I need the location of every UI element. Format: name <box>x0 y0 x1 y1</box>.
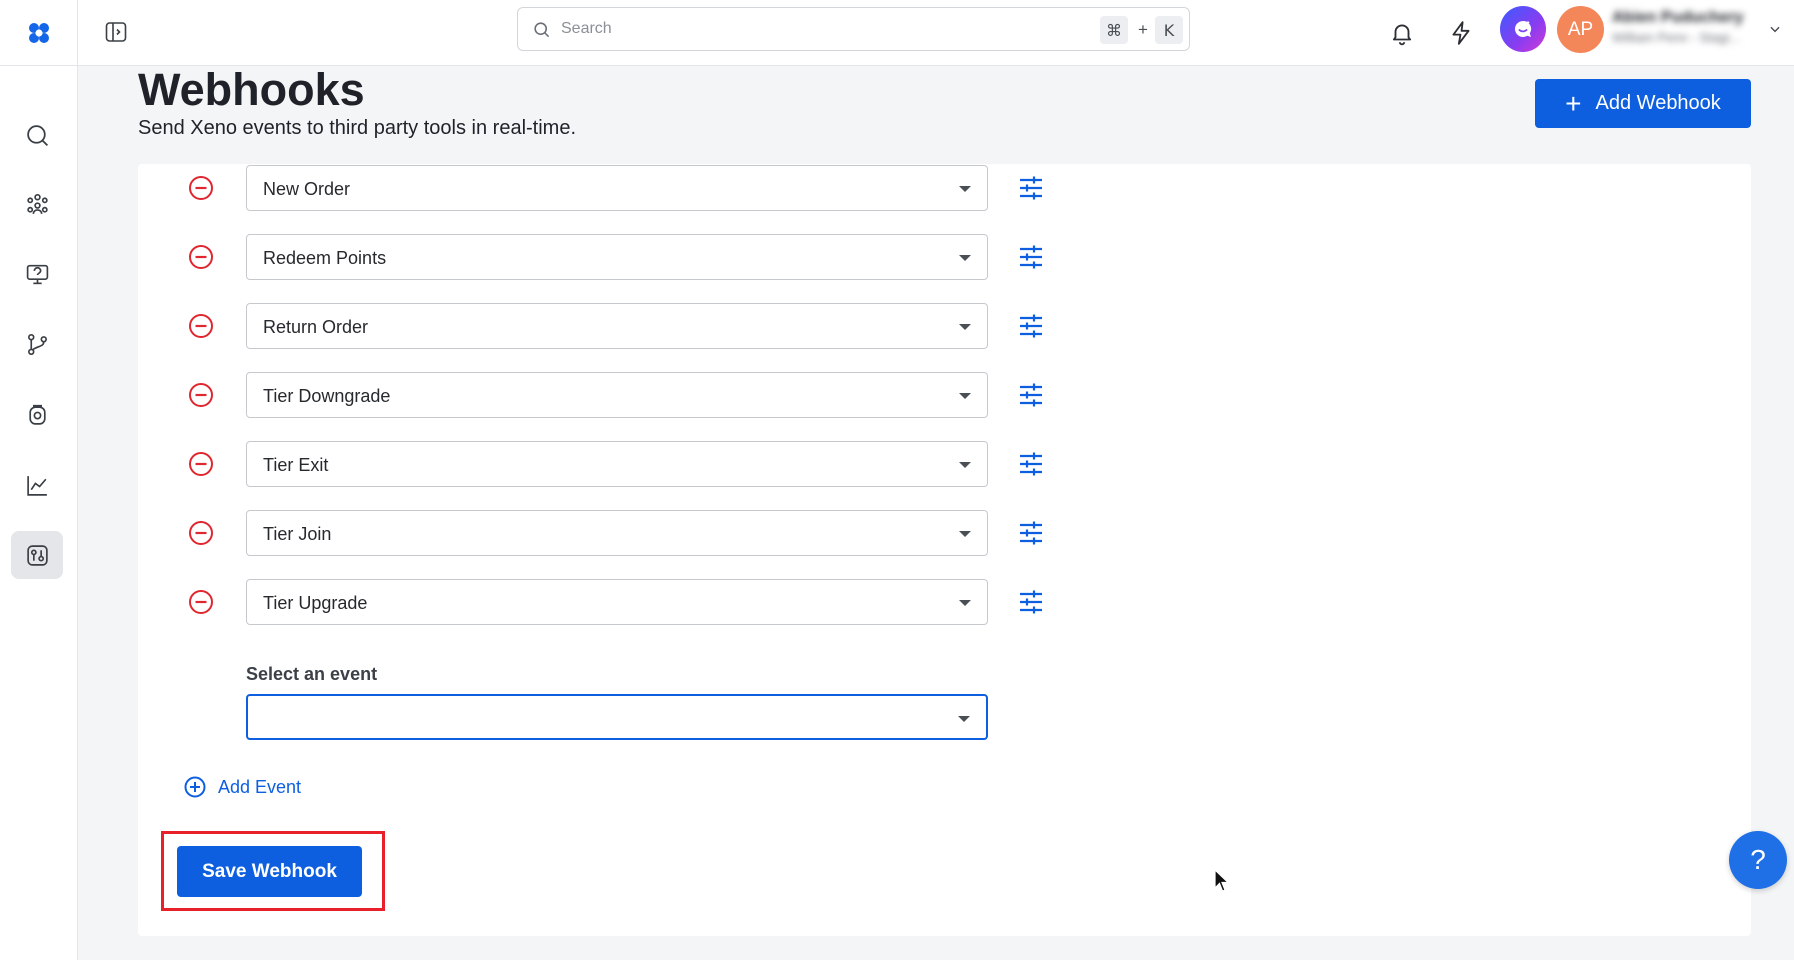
event-row: Tier Downgrade <box>138 372 1751 418</box>
save-webhook-button[interactable]: Save Webhook <box>177 846 362 897</box>
filter-settings-icon[interactable] <box>1018 451 1044 477</box>
top-bar: ⌘ + K AP Abien Puduchery William Penn - … <box>0 0 1794 66</box>
event-select[interactable]: Return Order <box>246 303 988 349</box>
remove-circle-icon[interactable] <box>188 382 214 408</box>
select-event-label: Select an event <box>246 664 378 684</box>
event-select[interactable]: New Order <box>246 165 988 211</box>
sidebar-item-analytics[interactable] <box>11 461 63 509</box>
filter-settings-icon[interactable] <box>1018 244 1044 270</box>
user-menu[interactable]: Abien Puduchery William Penn - Stagi... <box>1612 8 1772 52</box>
event-row: Return Order <box>138 303 1751 349</box>
caret-down-icon <box>959 255 971 261</box>
ai-assistant-button[interactable] <box>1500 6 1546 52</box>
audience-icon <box>26 193 48 214</box>
caret-down-icon <box>959 531 971 537</box>
add-webhook-label: Add Webhook <box>1595 92 1721 114</box>
caret-down-icon <box>959 324 971 330</box>
user-name: Abien Puduchery <box>1612 9 1744 26</box>
filter-settings-icon[interactable] <box>1018 589 1044 615</box>
filter-settings-icon[interactable] <box>1018 520 1044 546</box>
remove-circle-icon[interactable] <box>188 451 214 477</box>
event-select[interactable]: Tier Join <box>246 510 988 556</box>
add-event-label: Add Event <box>218 776 302 797</box>
line-chart-icon <box>26 475 47 496</box>
global-search[interactable]: ⌘ + K <box>517 7 1190 51</box>
loyalty-icon <box>28 404 46 425</box>
notifications-button[interactable] <box>1382 13 1422 53</box>
remove-circle-icon[interactable] <box>188 589 214 615</box>
plus-circle-icon <box>184 776 206 798</box>
git-branch-icon <box>27 333 47 355</box>
user-organization: William Penn - Stagi... <box>1612 30 1740 45</box>
lightning-icon <box>1452 21 1470 45</box>
integrations-icon <box>26 544 48 566</box>
remove-circle-icon[interactable] <box>188 244 214 270</box>
sidebar-item-audience[interactable] <box>11 180 63 228</box>
logo-cell <box>0 0 78 66</box>
event-select[interactable]: Tier Exit <box>246 441 988 487</box>
bell-icon <box>1392 24 1412 46</box>
event-select-value: Redeem Points <box>263 248 387 268</box>
remove-circle-icon[interactable] <box>188 520 214 546</box>
sidebar-item-search[interactable] <box>11 111 63 159</box>
event-select[interactable]: Redeem Points <box>246 234 988 280</box>
event-select[interactable]: Tier Downgrade <box>246 372 988 418</box>
sidebar-item-loyalty[interactable] <box>11 390 63 438</box>
event-select-value: Tier Join <box>263 524 332 544</box>
event-select-value: New Order <box>263 179 351 199</box>
campaigns-icon <box>26 264 48 284</box>
event-row: New Order <box>138 165 1751 211</box>
user-avatar[interactable]: AP <box>1557 6 1604 53</box>
event-row: Tier Exit <box>138 441 1751 487</box>
event-select-value: Tier Exit <box>263 455 329 475</box>
event-select-value: Return Order <box>263 317 369 337</box>
filter-settings-icon[interactable] <box>1018 382 1044 408</box>
webhook-form-card: New Order Redeem Points Return Order Tie… <box>138 164 1751 936</box>
page-subtitle: Send Xeno events to third party tools in… <box>138 117 577 139</box>
sidebar-toggle-icon <box>105 22 127 42</box>
page-title: Webhooks <box>138 64 365 115</box>
add-event-button[interactable]: Add Event <box>184 773 301 801</box>
caret-down-icon <box>959 462 971 468</box>
sidebar-toggle-button[interactable] <box>100 16 132 48</box>
help-button[interactable]: ? <box>1729 831 1787 889</box>
shortcut-k-key: K <box>1155 16 1183 44</box>
new-event-row <box>138 694 1751 740</box>
shortcut-plus: + <box>1138 20 1148 39</box>
remove-circle-icon[interactable] <box>188 175 214 201</box>
remove-circle-icon[interactable] <box>188 313 214 339</box>
add-webhook-button[interactable]: + Add Webhook <box>1535 79 1751 128</box>
sidebar-item-journeys[interactable] <box>11 320 63 368</box>
plus-icon: + <box>1565 87 1582 119</box>
event-row: Redeem Points <box>138 234 1751 280</box>
event-select[interactable]: Tier Upgrade <box>246 579 988 625</box>
filter-settings-icon[interactable] <box>1018 313 1044 339</box>
search-icon <box>26 124 48 146</box>
sidebar-item-integrations[interactable] <box>11 531 63 579</box>
sidebar-item-campaigns[interactable] <box>11 250 63 298</box>
filter-settings-icon[interactable] <box>1018 175 1044 201</box>
chat-sparkle-icon <box>1514 20 1532 37</box>
caret-down-icon <box>959 393 971 399</box>
mouse-cursor-icon <box>1214 869 1230 892</box>
event-select-value: Tier Downgrade <box>263 386 391 406</box>
caret-down-icon <box>959 186 971 192</box>
new-event-select[interactable] <box>246 694 988 740</box>
caret-down-icon <box>959 600 971 606</box>
quick-actions-button[interactable] <box>1441 13 1481 53</box>
event-row: Tier Join <box>138 510 1751 556</box>
event-row: Tier Upgrade <box>138 579 1751 625</box>
search-input[interactable] <box>561 20 1081 38</box>
chevron-down-icon[interactable] <box>1768 22 1782 36</box>
caret-down-icon <box>958 716 970 722</box>
sidebar <box>0 66 78 960</box>
xeno-logo-icon[interactable] <box>27 21 51 45</box>
shortcut-cmd-key: ⌘ <box>1100 16 1128 44</box>
search-icon <box>534 21 550 37</box>
event-select-value: Tier Upgrade <box>263 593 368 613</box>
